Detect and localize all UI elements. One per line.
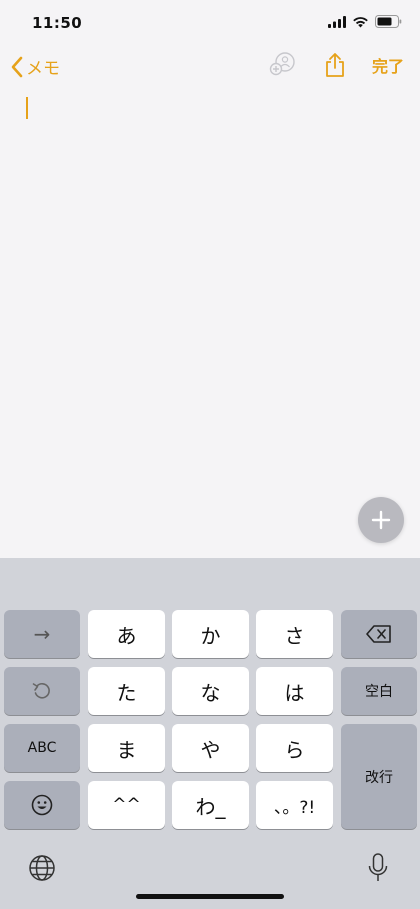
back-button[interactable]: メモ [10, 54, 60, 79]
key-na-row[interactable]: な [172, 667, 249, 715]
key-ma-row[interactable]: ま [88, 724, 165, 772]
key-ta-row[interactable]: た [88, 667, 165, 715]
key-punctuation[interactable]: 、。?! [256, 781, 333, 829]
status-bar: 11:50 [0, 0, 420, 48]
globe-icon[interactable] [28, 854, 56, 882]
return-key[interactable]: 改行 [341, 724, 417, 829]
back-button-label: メモ [26, 59, 60, 79]
add-button[interactable] [358, 497, 404, 543]
backspace-icon [366, 625, 391, 643]
emoji-key[interactable] [4, 781, 80, 829]
next-candidate-key[interactable]: → [4, 610, 80, 658]
text-cursor [26, 97, 28, 119]
status-icons [328, 15, 402, 28]
chevron-left-icon [11, 56, 23, 77]
key-dakuten[interactable]: ^^ [88, 781, 165, 829]
abc-key[interactable]: ABC [4, 724, 80, 772]
microphone-icon[interactable] [366, 852, 390, 884]
undo-icon [32, 682, 50, 699]
share-icon[interactable] [324, 52, 346, 78]
navigation-bar: メモ 完了 [0, 48, 420, 88]
emoji-icon [31, 794, 53, 816]
battery-icon [375, 15, 402, 28]
cellular-signal-icon [328, 15, 346, 28]
wifi-icon [353, 16, 368, 27]
plus-icon [371, 510, 391, 530]
home-indicator [136, 894, 284, 899]
key-ka-row[interactable]: か [172, 610, 249, 658]
key-ra-row[interactable]: ら [256, 724, 333, 772]
key-ya-row[interactable]: や [172, 724, 249, 772]
key-wa-row[interactable]: わ_ [172, 781, 249, 829]
key-a-row[interactable]: あ [88, 610, 165, 658]
note-editor[interactable] [0, 88, 420, 558]
key-sa-row[interactable]: さ [256, 610, 333, 658]
space-key[interactable]: 空白 [341, 667, 417, 715]
done-button[interactable]: 完了 [372, 53, 404, 77]
nav-actions: 完了 [268, 52, 404, 78]
status-time: 11:50 [32, 14, 83, 32]
key-ha-row[interactable]: は [256, 667, 333, 715]
undo-key[interactable] [4, 667, 80, 715]
add-people-icon[interactable] [268, 52, 298, 78]
delete-key[interactable] [341, 610, 417, 658]
